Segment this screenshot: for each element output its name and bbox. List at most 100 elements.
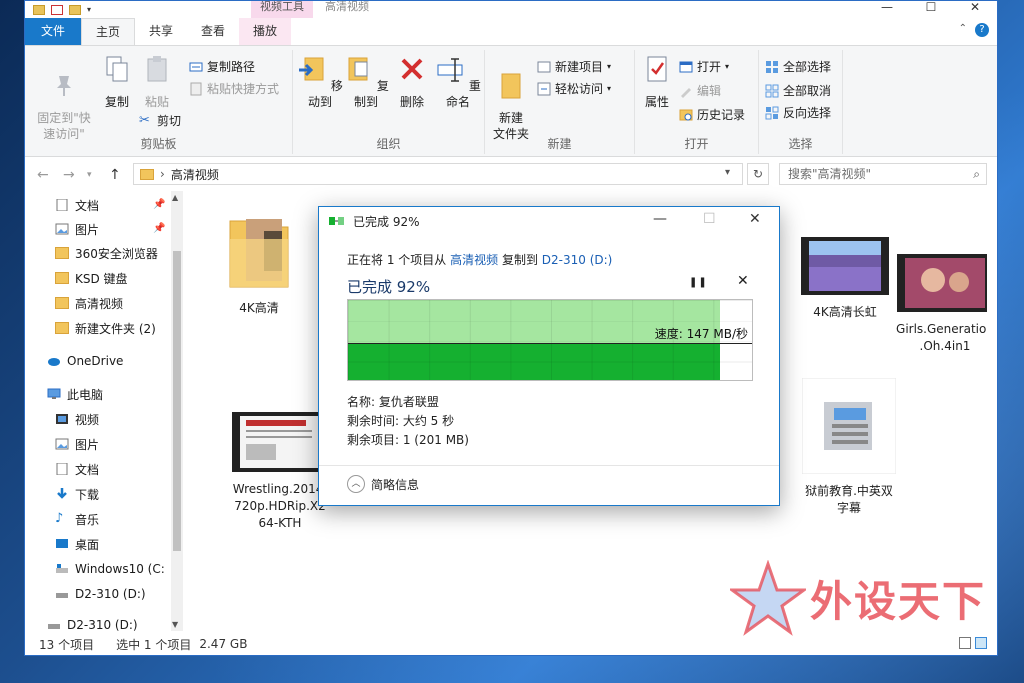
destination-drive-link[interactable]: D2-310 (D:)	[542, 253, 613, 267]
rename-button[interactable]: 重命名	[433, 54, 483, 110]
up-arrow-icon[interactable]: ↑	[109, 167, 121, 183]
tab-share[interactable]: 共享	[135, 18, 187, 45]
close-button[interactable]: ✕	[953, 1, 997, 18]
watermark-url: www.wstx.com	[816, 624, 957, 640]
watermark-brand: 外设天下	[810, 577, 987, 626]
copy-button[interactable]: 复制	[97, 54, 137, 110]
search-placeholder: 搜索"高清视频"	[788, 167, 872, 181]
sidebar-item-label: 文档	[75, 462, 100, 477]
open-icon	[679, 61, 693, 72]
cut-label: 剪切	[157, 114, 182, 128]
file-name-detail: 名称: 复仇者联盟	[347, 395, 439, 409]
paste-shortcut-button[interactable]: 粘贴快捷方式	[189, 80, 279, 97]
tab-file[interactable]: 文件	[25, 18, 81, 45]
ribbon-collapse-icon[interactable]: ⌃	[959, 23, 967, 34]
minimize-button[interactable]: —	[865, 1, 909, 18]
navigation-bar: ← → ▾ ↑ › 高清视频 ▾ ↻ 搜索"高清视频" ⌕	[25, 157, 997, 191]
invert-selection-button[interactable]: 反向选择	[765, 104, 831, 121]
cancel-copy-button[interactable]: ✕	[737, 273, 749, 289]
navigation-scrollbar[interactable]: ▲ ▼	[171, 191, 183, 631]
copy-details: 名称: 复仇者联盟 剩余时间: 大约 5 秒 剩余项目: 1 (201 MB)	[347, 393, 469, 450]
music-note-icon: ♪	[55, 511, 64, 526]
file-name: 4K高清	[239, 301, 279, 315]
new-folder-button[interactable]: 新建 文件夹	[489, 54, 533, 142]
pin-quick-access-button[interactable]: 固定到"快 速访问"	[31, 54, 97, 142]
recent-chevron-icon[interactable]: ▾	[87, 170, 92, 180]
scissors-icon: ✂	[139, 112, 150, 128]
forward-arrow-icon[interactable]: →	[63, 167, 75, 183]
history-button[interactable]: 历史记录	[679, 106, 745, 123]
video-thumbnail-icon	[801, 237, 889, 295]
copy-to-button[interactable]: 复制到	[343, 54, 389, 110]
items-remaining: 剩余项目: 1 (201 MB)	[347, 433, 469, 447]
source-folder-link[interactable]: 高清视频	[450, 253, 498, 267]
sidebar-item-label: 下载	[75, 487, 100, 502]
file-item-prison-education[interactable]: 狱前教育.中英双 字幕	[797, 361, 901, 534]
pin-icon[interactable]: 📌	[153, 223, 165, 234]
search-input[interactable]: 搜索"高清视频" ⌕	[779, 163, 987, 185]
chevron-down-icon[interactable]: ▾	[87, 5, 95, 14]
address-dropdown-icon[interactable]: ▾	[725, 167, 730, 178]
pin-icon[interactable]: 📌	[153, 199, 165, 210]
file-name: Girls.Generation .Oh.4in1	[896, 322, 994, 353]
easy-access-button[interactable]: 轻松访问 ▾	[537, 80, 611, 97]
sidebar-item-label: D2-310 (D:)	[67, 618, 138, 632]
group-open: 属性 打开 ▾ 编辑 历史记录 打开	[635, 50, 759, 154]
tab-home[interactable]: 主页	[81, 18, 136, 45]
maximize-button[interactable]: ☐	[909, 1, 953, 18]
sidebar-item-label: 新建文件夹 (2)	[75, 321, 156, 336]
open-label: 打开	[697, 60, 722, 74]
close-button[interactable]: ✕	[749, 211, 761, 227]
copy-path-button[interactable]: 复制路径	[189, 58, 255, 75]
paste-button[interactable]: 粘贴	[137, 54, 177, 110]
move-to-button[interactable]: 移动到	[297, 54, 343, 110]
copy-description: 正在将 1 个项目从 高清视频 复制到 D2-310 (D:)	[347, 251, 767, 268]
less-details-button[interactable]: ︿ 简略信息	[347, 475, 419, 493]
properties-label: 属性	[644, 95, 669, 109]
minimize-button[interactable]: —	[653, 211, 667, 227]
selected-size: 2.47 GB	[199, 637, 248, 651]
sidebar-item-label: 360安全浏览器	[75, 246, 158, 261]
video-thumbnail-icon	[897, 254, 993, 312]
group-organize-label: 组织	[376, 137, 401, 151]
invert-selection-icon	[765, 106, 779, 119]
paste-label: 粘贴	[144, 95, 169, 109]
properties-button[interactable]: 属性	[637, 54, 677, 110]
window-title: 高清视频	[325, 0, 369, 13]
select-all-button[interactable]: 全部选择	[765, 58, 831, 75]
copy-path-label: 复制路径	[207, 60, 256, 74]
easy-access-label: 轻松访问	[555, 82, 604, 96]
chevron-down-icon: ▾	[607, 62, 612, 71]
less-details-label: 简略信息	[371, 477, 420, 492]
select-all-icon	[766, 60, 778, 73]
refresh-button[interactable]: ↻	[747, 163, 769, 185]
file-item-4k-changhong[interactable]: 4K高清长虹	[795, 237, 895, 321]
pause-button[interactable]: ❚❚	[689, 277, 708, 288]
cut-button[interactable]: ✂ 剪切	[139, 112, 181, 129]
watermark: 外设天下 www.wstx.com	[730, 560, 1010, 660]
delete-label: 删除	[399, 95, 424, 109]
edit-button[interactable]: 编辑	[679, 82, 721, 99]
tab-play[interactable]: 播放	[239, 18, 292, 45]
scroll-down-arrow-icon[interactable]: ▼	[172, 620, 178, 629]
scrollbar-thumb[interactable]	[173, 251, 181, 551]
file-item-4k-hd-folder[interactable]: 4K高清	[209, 211, 309, 317]
back-arrow-icon[interactable]: ←	[37, 167, 49, 183]
video-thumbnail-icon	[232, 412, 328, 472]
copy-to-icon	[348, 57, 368, 81]
tab-view[interactable]: 查看	[187, 18, 239, 45]
file-item-girls-generation[interactable]: Girls.Generation .Oh.4in1	[893, 237, 997, 372]
navigation-pane: 文档 📌 图片 📌 360安全浏览器 KSD 键盘 高清视频 新建文件夹 (2)…	[25, 191, 183, 632]
delete-button[interactable]: 删除	[391, 54, 433, 110]
properties-check-icon[interactable]	[51, 4, 63, 15]
address-bar[interactable]: › 高清视频	[133, 163, 743, 185]
scroll-up-arrow-icon[interactable]: ▲	[172, 193, 178, 202]
help-icon[interactable]: ?	[975, 23, 989, 37]
folder-icon[interactable]	[33, 4, 45, 15]
breadcrumb-separator-icon[interactable]: ›	[160, 167, 165, 181]
breadcrumb[interactable]: 高清视频	[171, 166, 219, 183]
new-folder-icon[interactable]	[69, 4, 81, 15]
open-button[interactable]: 打开 ▾	[679, 58, 729, 75]
new-item-button[interactable]: 新建项目 ▾	[537, 58, 611, 75]
select-none-button[interactable]: 全部取消	[765, 82, 831, 99]
